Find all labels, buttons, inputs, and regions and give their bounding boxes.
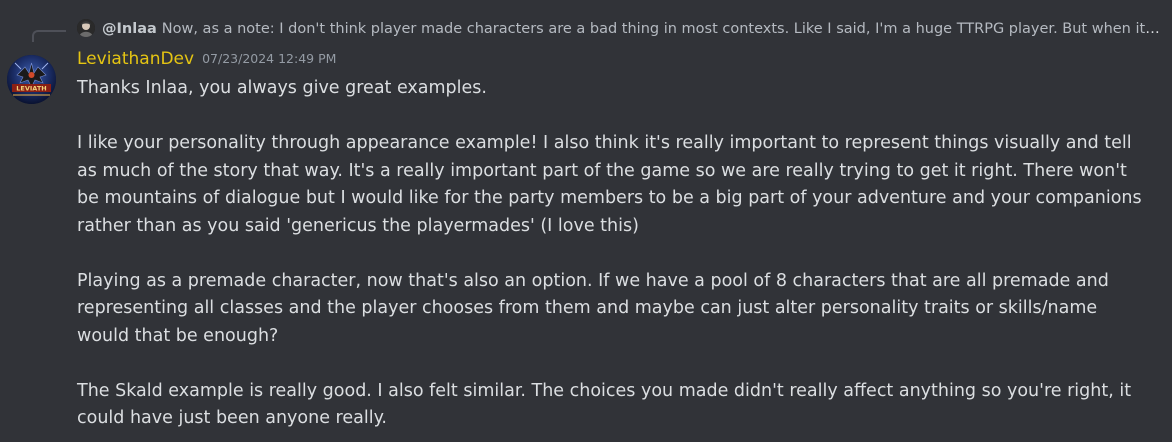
- message-paragraph: The Skald example is really good. I also…: [77, 380, 1132, 429]
- message-header: LeviathanDev 07/23/2024 12:49 PM: [77, 49, 336, 73]
- reply-author[interactable]: @Inlaa: [102, 21, 157, 37]
- reply-text: @Inlaa Now, as a note: I don't think play…: [102, 20, 1162, 38]
- reply-avatar-icon: [77, 19, 95, 37]
- leviathan-logo-icon: LEVIATH: [7, 55, 56, 104]
- reply-author-avatar[interactable]: [77, 19, 95, 37]
- avatar-logo-text: LEVIATH: [16, 85, 46, 93]
- reply-connector: [32, 30, 66, 42]
- message-paragraph: Thanks Inlaa, you always give great exam…: [77, 78, 487, 98]
- chat-message: @Inlaa Now, as a note: I don't think play…: [0, 0, 1172, 442]
- message-timestamp[interactable]: 07/23/2024 12:49 PM: [202, 51, 336, 66]
- author-avatar[interactable]: LEVIATH: [7, 55, 56, 104]
- message-content: Thanks Inlaa, you always give great exam…: [77, 75, 1149, 433]
- author-username[interactable]: LeviathanDev: [77, 49, 194, 69]
- message-paragraph: Playing as a premade character, now that…: [77, 270, 1109, 346]
- message-paragraph: I like your personality through appearan…: [77, 133, 1142, 236]
- reply-content[interactable]: Now, as a note: I don't think player mad…: [162, 21, 1162, 37]
- reply-preview[interactable]: @Inlaa Now, as a note: I don't think play…: [0, 16, 1172, 42]
